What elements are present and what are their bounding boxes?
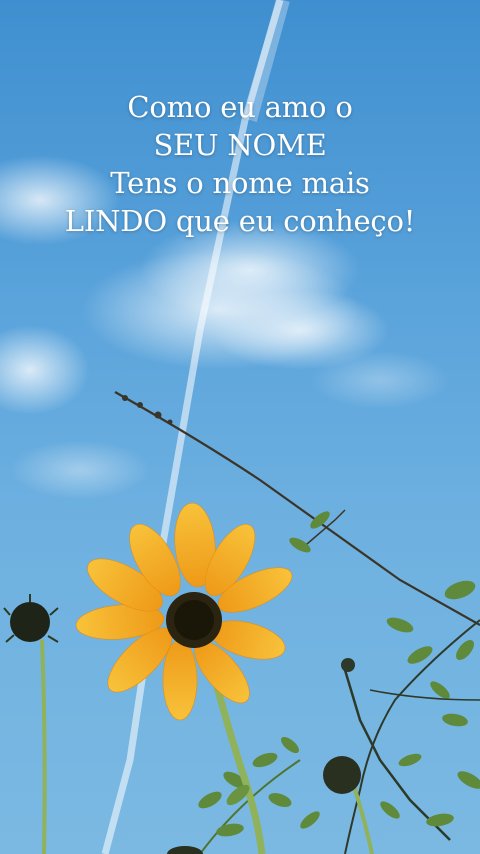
caption-line-1: Como eu amo o [127, 90, 353, 124]
caption-line-4: LINDO que eu conheço! [64, 204, 416, 238]
caption-line-2: SEU NOME [153, 128, 327, 162]
background-photo: Como eu amo o SEU NOME Tens o nome mais … [0, 0, 480, 854]
sunflower [75, 502, 293, 854]
caption: Como eu amo o SEU NOME Tens o nome mais … [0, 88, 480, 240]
flower-bud-bottom [167, 846, 203, 854]
right-shrub [289, 511, 480, 854]
caption-line-3: Tens o nome mais [110, 166, 370, 200]
flower-bud-left [3, 594, 59, 854]
